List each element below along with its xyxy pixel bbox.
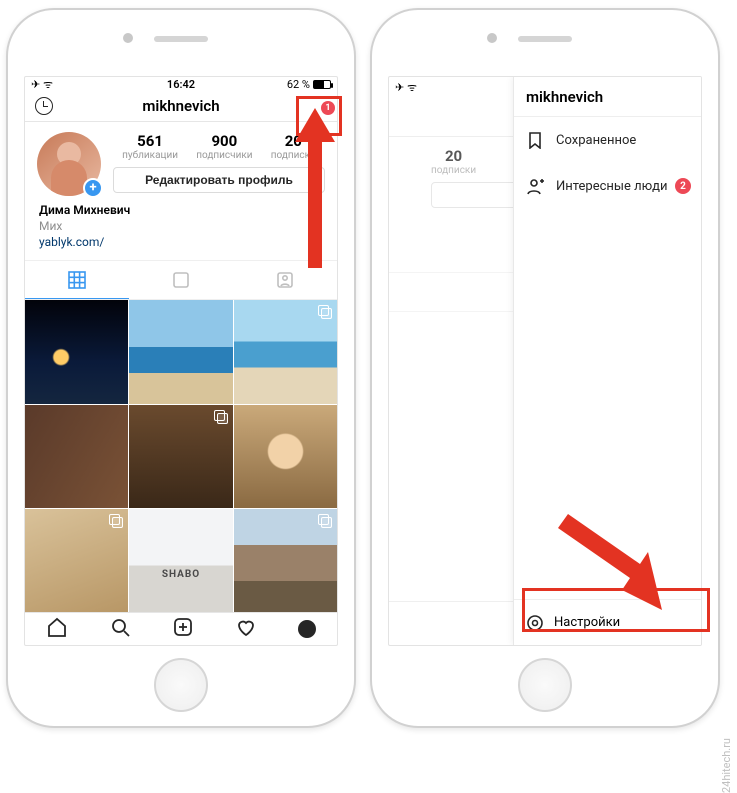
drawer-item-badge: 2 xyxy=(675,178,691,194)
drawer-item-saved[interactable]: Сохраненное xyxy=(514,117,701,163)
menu-badge: 1 xyxy=(321,101,335,115)
screen-right: ✈︎ ᯤ 16:42 62 % 1 xyxy=(388,76,702,646)
bottom-nav xyxy=(25,612,337,645)
nav-profile[interactable] xyxy=(298,620,316,638)
photo-grid: SHABO xyxy=(25,300,337,612)
drawer-title: mikhnevich xyxy=(514,77,701,117)
bio-text: Мих xyxy=(39,218,323,234)
gear-icon xyxy=(526,614,544,632)
photo-cell[interactable] xyxy=(129,300,232,403)
edit-profile-button[interactable]: Редактировать профиль xyxy=(113,167,325,193)
bookmark-icon xyxy=(526,131,544,149)
battery-percent: 62 % xyxy=(287,78,310,91)
photo-cell[interactable] xyxy=(234,405,337,508)
nav-activity[interactable] xyxy=(235,616,257,642)
screen-left: ✈︎ ᯤ 16:42 62 % mikhnevich 1 xyxy=(24,76,338,646)
nav-home[interactable] xyxy=(46,616,68,642)
phone-right: ✈︎ ᯤ 16:42 62 % 1 xyxy=(370,8,720,728)
photo-cell[interactable] xyxy=(234,300,337,403)
watermark: 24hitech.ru xyxy=(720,738,733,793)
profile-tabs xyxy=(25,260,337,300)
profile-header: mikhnevich 1 xyxy=(25,92,337,122)
username-title[interactable]: mikhnevich xyxy=(142,97,219,115)
photo-cell[interactable] xyxy=(25,405,128,508)
drawer-item-discover[interactable]: Интересные люди 2 xyxy=(514,163,701,209)
drawer-settings-label: Настройки xyxy=(554,615,620,630)
photo-cell[interactable] xyxy=(25,509,128,612)
carousel-icon xyxy=(318,305,332,319)
phone-left: ✈︎ ᯤ 16:42 62 % mikhnevich 1 xyxy=(6,8,356,728)
stat-posts[interactable]: 561 публикации xyxy=(122,132,178,161)
drawer-item-label: Интересные люди xyxy=(556,179,667,194)
carousel-icon xyxy=(214,410,228,424)
stat-followers[interactable]: 900 подписчики xyxy=(196,132,252,161)
status-left-icons: ✈︎ ᯤ xyxy=(31,77,53,92)
battery-icon xyxy=(313,80,331,89)
photo-cell[interactable] xyxy=(129,405,232,508)
stat-following[interactable]: 20 подписки xyxy=(271,132,316,161)
photo-cell[interactable] xyxy=(25,300,128,403)
home-button[interactable] xyxy=(518,658,572,712)
drawer-settings[interactable]: Настройки xyxy=(514,599,701,645)
status-left-icons: ✈︎ ᯤ xyxy=(395,80,417,95)
status-bar: ✈︎ ᯤ 16:42 62 % xyxy=(25,77,337,92)
photo-cell[interactable] xyxy=(234,509,337,612)
nav-add[interactable] xyxy=(172,616,194,642)
photo-brand-text: SHABO xyxy=(162,569,200,580)
carousel-icon xyxy=(109,514,123,528)
side-drawer: mikhnevich Сохраненное Интересные люди 2… xyxy=(513,77,701,645)
bio-link[interactable]: yablyk.com/ xyxy=(39,234,323,250)
home-button[interactable] xyxy=(154,658,208,712)
archive-icon[interactable] xyxy=(35,97,53,115)
add-story-badge[interactable]: + xyxy=(83,178,103,198)
clock: 16:42 xyxy=(167,78,195,91)
tab-tagged[interactable] xyxy=(233,261,337,299)
tab-grid[interactable] xyxy=(25,261,129,299)
drawer-item-label: Сохраненное xyxy=(556,133,636,148)
display-name: Дима Михневич xyxy=(39,202,323,218)
stat-following[interactable]: 20 подписки xyxy=(431,147,476,176)
tab-feed[interactable] xyxy=(129,261,233,299)
carousel-icon xyxy=(318,514,332,528)
add-person-icon xyxy=(526,177,544,195)
photo-cell[interactable]: SHABO xyxy=(129,509,232,612)
nav-search[interactable] xyxy=(109,616,131,642)
